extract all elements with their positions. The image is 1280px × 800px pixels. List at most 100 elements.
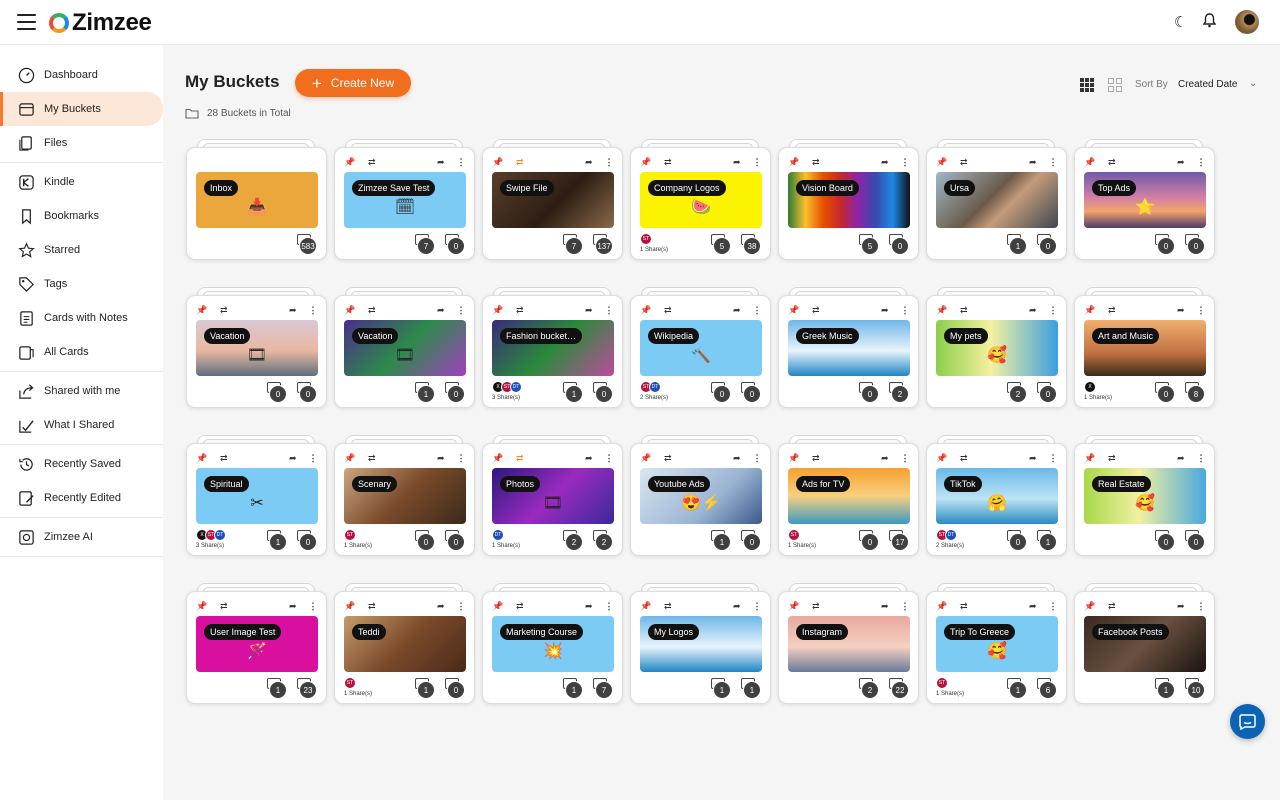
bucket-thumbnail[interactable]: Fashion bucket… <box>492 320 614 376</box>
more-icon[interactable]: ⋮ <box>898 601 912 612</box>
move-icon[interactable]: ⇄ <box>368 157 380 168</box>
bucket-thumbnail[interactable]: Trip To Greece 🥰 <box>936 616 1058 672</box>
more-icon[interactable]: ⋮ <box>306 453 320 464</box>
shared-users[interactable]: ST <box>936 677 948 689</box>
bucket-thumbnail[interactable]: Top Ads ⭐ <box>1084 172 1206 228</box>
pin-icon[interactable]: 📌 <box>196 601 208 612</box>
pin-icon[interactable]: 📌 <box>492 453 504 464</box>
move-icon[interactable]: ⇄ <box>960 453 972 464</box>
more-icon[interactable]: ⋮ <box>750 305 764 316</box>
share-icon[interactable]: ➦ <box>733 305 745 316</box>
share-icon[interactable]: ➦ <box>1177 157 1189 168</box>
more-icon[interactable]: ⋮ <box>602 157 616 168</box>
moon-icon[interactable]: ☾ <box>1174 13 1187 31</box>
share-icon[interactable]: ➦ <box>1177 453 1189 464</box>
move-icon[interactable]: ⇄ <box>516 157 528 168</box>
bucket-thumbnail[interactable]: Vacation 🎞 <box>196 320 318 376</box>
move-icon[interactable]: ⇄ <box>516 453 528 464</box>
move-icon[interactable]: ⇄ <box>812 453 824 464</box>
bucket-thumbnail[interactable]: Swipe File <box>492 172 614 228</box>
bucket-card[interactable]: 📌 ⇄ ➦ ⋮ Scenary 0 0 ST 1 Share(s) <box>334 435 475 556</box>
move-icon[interactable]: ⇄ <box>1108 305 1120 316</box>
move-icon[interactable]: ⇄ <box>960 157 972 168</box>
bucket-card[interactable]: 📌 ⇄ ➦ ⋮ Vacation 🎞 1 0 <box>334 287 475 408</box>
share-icon[interactable]: ➦ <box>733 601 745 612</box>
pin-icon[interactable]: 📌 <box>788 157 800 168</box>
move-icon[interactable]: ⇄ <box>516 305 528 316</box>
chat-button[interactable] <box>1230 704 1265 739</box>
more-icon[interactable]: ⋮ <box>898 305 912 316</box>
share-icon[interactable]: ➦ <box>1177 305 1189 316</box>
bucket-card[interactable]: 📌 ⇄ ➦ ⋮ My Logos 1 1 <box>630 583 771 704</box>
pin-icon[interactable]: 📌 <box>196 305 208 316</box>
pin-icon[interactable]: 📌 <box>344 305 356 316</box>
shared-users[interactable]: ST <box>788 529 800 541</box>
bucket-card[interactable]: 📌 ⇄ ➦ ⋮ Spiritual ✂ 1 0 X ST DT 3 Share(s) <box>186 435 327 556</box>
move-icon[interactable]: ⇄ <box>1108 453 1120 464</box>
bucket-card[interactable]: 📌 ⇄ ➦ ⋮ My pets 🥰 2 0 <box>926 287 1067 408</box>
pin-icon[interactable]: 📌 <box>1084 453 1096 464</box>
move-icon[interactable]: ⇄ <box>812 601 824 612</box>
share-icon[interactable]: ➦ <box>437 453 449 464</box>
bucket-thumbnail[interactable]: Ads for TV <box>788 468 910 524</box>
shared-users[interactable]: ST <box>640 233 652 245</box>
move-icon[interactable]: ⇄ <box>812 157 824 168</box>
move-icon[interactable]: ⇄ <box>664 305 676 316</box>
share-icon[interactable]: ➦ <box>733 453 745 464</box>
sidebar-item-zimzee-ai[interactable]: Zimzee AI <box>0 520 163 554</box>
more-icon[interactable]: ⋮ <box>1046 305 1060 316</box>
bucket-card[interactable]: 📌 ⇄ ➦ ⋮ Teddi 1 0 ST 1 Share(s) <box>334 583 475 704</box>
pin-icon[interactable]: 📌 <box>640 453 652 464</box>
bucket-card[interactable]: 📌 ⇄ ➦ ⋮ Swipe File 7 137 <box>482 139 623 260</box>
bucket-card[interactable]: 📌 ⇄ ➦ ⋮ Vacation 🎞 0 0 <box>186 287 327 408</box>
bell-icon[interactable] <box>1202 13 1217 32</box>
bucket-card[interactable]: 📌 ⇄ ➦ ⋮ Real Estate 🥰 0 0 <box>1074 435 1215 556</box>
shared-users[interactable]: DT <box>492 529 504 541</box>
bucket-card[interactable]: 📌 ⇄ ➦ ⋮ User Image Test 🪄 1 23 <box>186 583 327 704</box>
pin-icon[interactable]: 📌 <box>936 157 948 168</box>
share-icon[interactable]: ➦ <box>585 305 597 316</box>
more-icon[interactable]: ⋮ <box>306 601 320 612</box>
bucket-thumbnail[interactable]: My pets 🥰 <box>936 320 1058 376</box>
shared-users[interactable]: ST <box>344 529 356 541</box>
more-icon[interactable]: ⋮ <box>454 157 468 168</box>
app-logo[interactable]: Zimzee <box>49 9 152 37</box>
share-icon[interactable]: ➦ <box>881 305 893 316</box>
bucket-thumbnail[interactable]: Wikipedia 🔨 <box>640 320 762 376</box>
more-icon[interactable]: ⋮ <box>1194 453 1208 464</box>
pin-icon[interactable]: 📌 <box>640 157 652 168</box>
pin-icon[interactable]: 📌 <box>788 601 800 612</box>
share-icon[interactable]: ➦ <box>1177 601 1189 612</box>
move-icon[interactable]: ⇄ <box>1108 157 1120 168</box>
bucket-card[interactable]: Inbox 📥 583 <box>186 139 327 260</box>
bucket-thumbnail[interactable]: Vacation 🎞 <box>344 320 466 376</box>
more-icon[interactable]: ⋮ <box>454 453 468 464</box>
pin-icon[interactable]: 📌 <box>1084 157 1096 168</box>
shared-users[interactable]: X ST DT <box>196 529 226 541</box>
bucket-card[interactable]: 📌 ⇄ ➦ ⋮ Ads for TV 0 17 ST 1 Share(s) <box>778 435 919 556</box>
bucket-card[interactable]: 📌 ⇄ ➦ ⋮ Vision Board 5 0 <box>778 139 919 260</box>
move-icon[interactable]: ⇄ <box>960 305 972 316</box>
bucket-thumbnail[interactable]: Youtube Ads 😍⚡ <box>640 468 762 524</box>
share-icon[interactable]: ➦ <box>1029 453 1041 464</box>
sidebar-item-recently-edited[interactable]: Recently Edited <box>0 481 163 515</box>
shared-users[interactable]: ST DT <box>640 381 661 393</box>
more-icon[interactable]: ⋮ <box>1046 157 1060 168</box>
share-icon[interactable]: ➦ <box>733 157 745 168</box>
shared-users[interactable]: ST DT <box>936 529 957 541</box>
move-icon[interactable]: ⇄ <box>1108 601 1120 612</box>
bucket-card[interactable]: 📌 ⇄ ➦ ⋮ Art and Music 0 8 X 1 Share(s) <box>1074 287 1215 408</box>
move-icon[interactable]: ⇄ <box>368 305 380 316</box>
more-icon[interactable]: ⋮ <box>1194 157 1208 168</box>
pin-icon[interactable]: 📌 <box>344 601 356 612</box>
bucket-thumbnail[interactable]: User Image Test 🪄 <box>196 616 318 672</box>
pin-icon[interactable]: 📌 <box>936 305 948 316</box>
move-icon[interactable]: ⇄ <box>220 453 232 464</box>
shared-users[interactable]: ST <box>344 677 356 689</box>
bucket-thumbnail[interactable]: Inbox 📥 <box>196 172 318 228</box>
more-icon[interactable]: ⋮ <box>750 157 764 168</box>
pin-icon[interactable]: 📌 <box>196 453 208 464</box>
bucket-card[interactable]: 📌 ⇄ ➦ ⋮ TikTok 🤗 0 1 ST DT 2 Share(s) <box>926 435 1067 556</box>
move-icon[interactable]: ⇄ <box>664 157 676 168</box>
bucket-card[interactable]: 📌 ⇄ ➦ ⋮ Company Logos 🍉 5 38 ST 1 Share(s) <box>630 139 771 260</box>
